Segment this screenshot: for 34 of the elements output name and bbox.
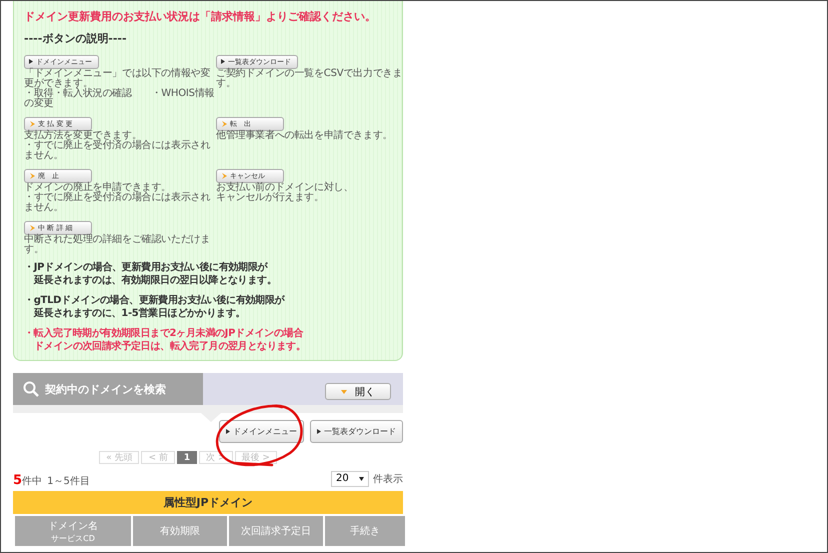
count-label: 件中 <box>22 476 42 487</box>
play-icon <box>29 59 33 64</box>
play-icon <box>317 429 321 434</box>
button-description: ご契約ドメインの一覧をCSVで出力できます。 <box>216 68 402 88</box>
guide-title: ----ボタンの説明---- <box>24 31 128 46</box>
button-description: 「ドメインメニュー」では以下の情報や変更ができます。 ・取得・転入状況の確認 ・WHOIS情報の変更 <box>24 68 215 108</box>
column-header: 有効期限 <box>133 516 227 546</box>
button-description: 他管理事業者への転出を申請できます。 <box>216 130 394 140</box>
open-button[interactable]: 開く <box>325 383 391 400</box>
total-count: 5 <box>13 473 22 488</box>
button-description: お支払い前のドメインに対し、 キャンセルが行えます。 <box>216 182 354 202</box>
per-page-label: 件表示 <box>373 472 403 486</box>
play-icon <box>226 429 230 434</box>
caret-icon <box>341 390 347 394</box>
note-text: ・転入完了時期が有効期限日まで2ヶ月未満のJPドメインの場合 ドメインの次回請求予定日は、転入完了月の翌月となります。 <box>24 326 307 352</box>
column-header: 手続き <box>325 516 405 546</box>
action-button[interactable]: ドメインメニュー <box>219 420 304 443</box>
column-header: 次回請求予定日 <box>229 516 323 546</box>
search-icon <box>23 381 39 397</box>
play-icon <box>221 59 225 64</box>
button-description: 支払方法を変更できます。 ・すでに廃止を受付済の場合には表示されません。 <box>24 130 212 160</box>
note-text: ・JPドメインの場合、更新費用お支払い後に有効期限が 延長されますのは、有効期限日の翌日以降となります。 <box>24 260 278 286</box>
button-description: ドメインの廃止を申請できます。 ・すでに廃止を受付済の場合には表示されません。 <box>24 182 212 212</box>
per-page-select[interactable]: 20 <box>331 470 369 486</box>
table-title: 属性型JPドメイン <box>13 491 403 514</box>
page-link[interactable]: 1 <box>176 451 198 464</box>
button-description: 中断された処理の詳細をご確認いただけます。 <box>24 234 212 254</box>
note-text: ・gTLDドメインの場合、更新費用お支払い後に有効期限が 延長されますのに、1-5営業日ほどかかります。 <box>24 294 286 320</box>
range-label: 1～5件目 <box>47 476 90 487</box>
action-button[interactable]: 一覧表ダウンロード <box>310 420 403 443</box>
column-header: ドメイン名 サービスCD <box>15 516 131 546</box>
search-title: 契約中のドメインを検索 <box>45 382 166 396</box>
notice-heading: ドメイン更新費用のお支払い状況は「請求情報」よりご確認ください。 <box>24 9 377 24</box>
caret-icon <box>359 476 364 480</box>
